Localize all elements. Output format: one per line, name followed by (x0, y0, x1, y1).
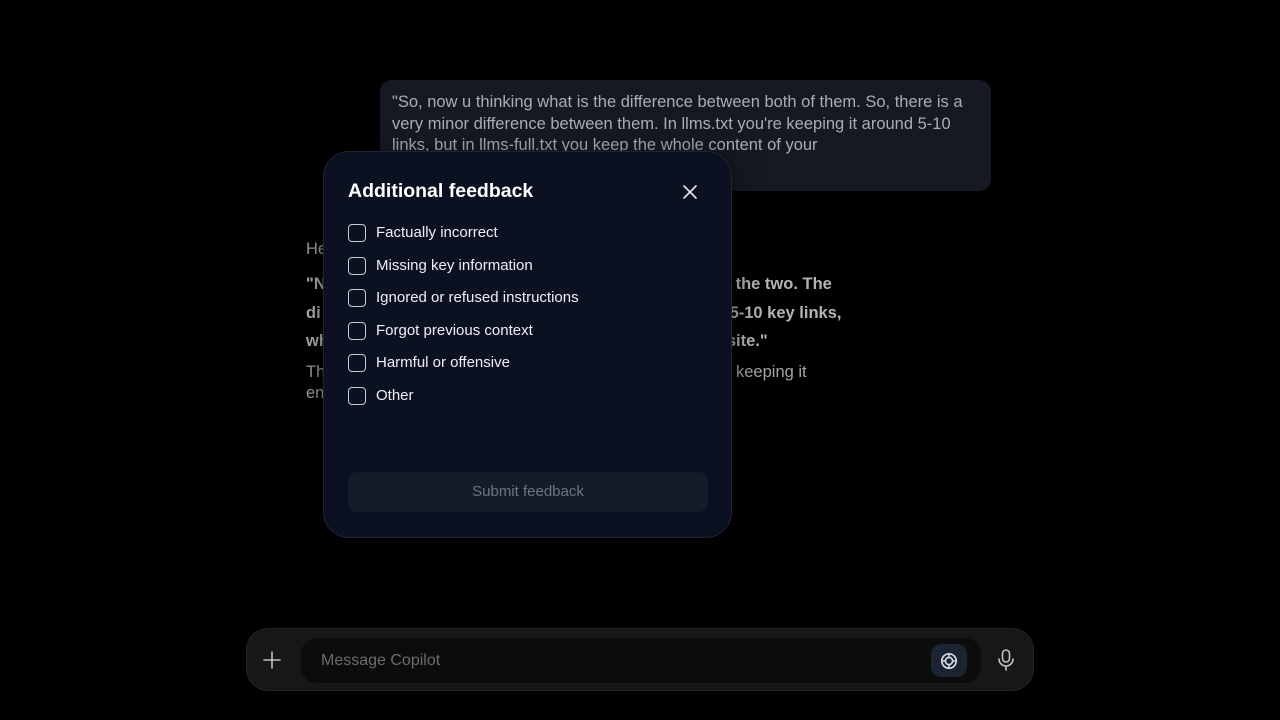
option-label: Factually incorrect (376, 224, 498, 241)
checkbox[interactable] (348, 321, 366, 340)
microphone-icon (998, 649, 1014, 671)
modal-title: Additional feedback (348, 180, 534, 202)
message-composer (246, 628, 1034, 691)
checkbox[interactable] (348, 224, 366, 242)
checkbox[interactable] (348, 386, 366, 405)
option-harmful-offensive[interactable]: Harmful or offensive (348, 352, 698, 374)
plus-icon (263, 651, 281, 669)
feedback-modal: Additional feedback Factually incorrect … (323, 151, 732, 538)
option-ignored-instructions[interactable]: Ignored or refused instructions (348, 287, 698, 309)
copilot-page: "So, now u thinking what is the differen… (0, 0, 1280, 720)
option-label: Other (376, 386, 414, 404)
option-forgot-context[interactable]: Forgot previous context (348, 320, 698, 342)
option-missing-key-information[interactable]: Missing key information (348, 255, 698, 277)
close-icon (683, 185, 697, 199)
option-other[interactable]: Other (348, 385, 698, 407)
option-label: Ignored or refused instructions (376, 289, 579, 307)
microphone-button[interactable] (993, 647, 1019, 673)
copilot-mode-button[interactable] (931, 644, 967, 677)
message-input[interactable] (301, 638, 901, 683)
option-label: Harmful or offensive (376, 354, 510, 372)
checkbox[interactable] (348, 354, 366, 373)
option-factually-incorrect[interactable]: Factually incorrect (348, 222, 698, 244)
checkbox[interactable] (348, 289, 366, 308)
submit-feedback-button[interactable]: Submit feedback (348, 472, 708, 512)
checkbox[interactable] (348, 256, 366, 275)
option-label: Forgot previous context (376, 321, 533, 339)
feedback-options: Factually incorrect Missing key informat… (348, 222, 698, 418)
close-button[interactable] (678, 180, 702, 204)
option-label: Missing key information (376, 256, 533, 274)
message-input-wrapper (301, 638, 981, 683)
user-message-text: "So, now u thinking what is the differen… (392, 93, 963, 154)
add-button[interactable] (259, 647, 285, 673)
copilot-mode-icon (940, 652, 958, 669)
